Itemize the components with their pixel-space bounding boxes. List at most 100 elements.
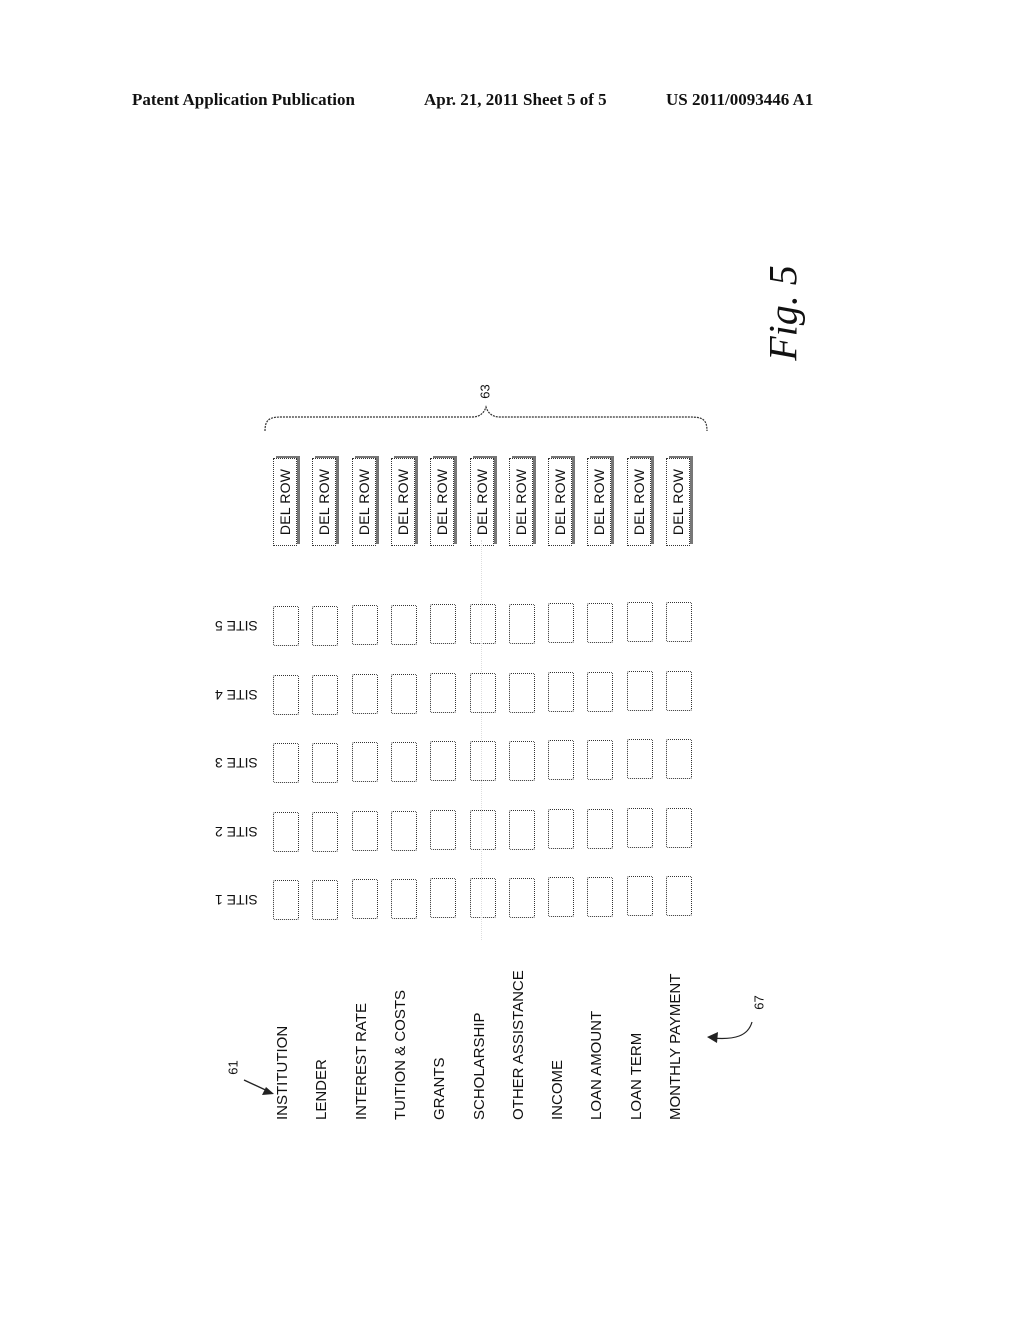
input-cell[interactable] [666,808,692,848]
input-cell[interactable] [351,879,378,920]
delete-row-label: DEL ROW [434,468,451,536]
row-label: SCHOLARSHIP [470,1012,488,1120]
reference-61: 61 [225,1060,241,1075]
input-cell[interactable] [548,672,575,713]
input-cell[interactable] [508,672,535,713]
arrow-67-icon [707,1021,753,1043]
input-cell[interactable] [273,675,299,715]
delete-row-label: DEL ROW [473,468,490,536]
row-label: GRANTS [431,1057,449,1120]
input-cell[interactable] [273,880,299,920]
input-cell[interactable] [508,740,535,781]
site-label: SITE 1 [215,892,258,908]
input-cell[interactable] [626,808,653,849]
delete-row-label: DEL ROW [316,468,333,536]
site-label: SITE 5 [215,618,258,634]
input-cell[interactable] [626,876,653,917]
delete-row-button[interactable]: DEL ROW [430,458,455,546]
row-label: INCOME [549,1060,567,1120]
input-cell[interactable] [508,809,535,850]
brace-icon [264,405,708,432]
input-cell[interactable] [273,743,299,783]
input-cell[interactable] [430,810,457,851]
input-cell[interactable] [390,673,417,714]
input-cell[interactable] [351,674,378,715]
input-cell[interactable] [469,741,496,781]
input-cell[interactable] [666,876,692,916]
input-cell[interactable] [351,811,378,852]
input-cell[interactable] [469,604,496,644]
reference-63: 63 [477,384,493,399]
input-cell[interactable] [587,671,614,712]
row-label: LENDER [313,1059,331,1120]
input-cell[interactable] [587,739,614,780]
delete-row-button[interactable]: DEL ROW [390,458,415,546]
input-cell[interactable] [508,877,535,918]
publication-date-sheet: Apr. 21, 2011 Sheet 5 of 5 [424,90,607,109]
input-cell[interactable] [548,877,575,918]
input-cell[interactable] [390,741,417,782]
delete-row-button[interactable]: DEL ROW [273,458,297,546]
delete-row-button[interactable]: DEL ROW [469,458,494,546]
input-cell[interactable] [430,878,457,919]
guide-line [481,540,482,940]
delete-row-button[interactable]: DEL ROW [508,458,533,546]
input-cell[interactable] [351,742,378,783]
input-cell[interactable] [390,604,417,645]
input-cell[interactable] [312,605,339,646]
input-cell[interactable] [430,741,457,782]
delete-row-label: DEL ROW [630,468,647,536]
arrow-61-icon [243,1079,274,1095]
input-cell[interactable] [508,603,535,644]
delete-row-label: DEL ROW [277,468,293,536]
input-cell[interactable] [587,808,614,849]
input-cell[interactable] [273,606,299,646]
input-cell[interactable] [626,739,653,780]
input-cell[interactable] [587,876,614,917]
delete-row-button[interactable]: DEL ROW [666,458,690,546]
input-cell[interactable] [469,673,496,713]
delete-row-label: DEL ROW [512,468,529,536]
input-cell[interactable] [469,810,496,850]
input-cell[interactable] [666,602,692,642]
input-cell[interactable] [312,811,339,852]
publication-number: US 2011/0093446 A1 [666,90,814,109]
input-cell[interactable] [548,809,575,850]
delete-row-button[interactable]: DEL ROW [312,458,337,546]
delete-row-label: DEL ROW [552,468,569,536]
row-label: TUITION & COSTS [391,989,409,1120]
page-header: Patent Application Publication Apr. 21, … [132,90,892,114]
input-cell[interactable] [351,605,378,646]
delete-row-label: DEL ROW [394,468,411,536]
input-cell[interactable] [312,742,339,783]
row-label: MONTHLY PAYMENT [667,973,684,1120]
input-cell[interactable] [666,671,692,711]
input-cell[interactable] [430,673,457,714]
input-cell[interactable] [626,671,653,712]
delete-row-button[interactable]: DEL ROW [548,458,573,546]
site-label: SITE 3 [215,755,258,771]
publication-title: Patent Application Publication [132,90,355,109]
reference-67: 67 [751,995,767,1010]
input-cell[interactable] [430,604,457,645]
input-cell[interactable] [390,810,417,851]
input-cell[interactable] [548,603,575,644]
delete-row-button[interactable]: DEL ROW [351,458,376,546]
delete-row-label: DEL ROW [591,468,608,536]
input-cell[interactable] [469,878,496,918]
row-label: INTEREST RATE [352,1003,370,1120]
figure-label: Fig. 5 [760,264,806,361]
delete-row-button[interactable]: DEL ROW [626,458,651,546]
input-cell[interactable] [312,879,339,920]
leader-arrows [243,1021,753,1095]
input-cell[interactable] [587,602,614,643]
input-cell[interactable] [390,878,417,919]
delete-row-label: DEL ROW [670,468,686,536]
input-cell[interactable] [312,674,339,715]
input-cell[interactable] [666,739,692,779]
input-cell[interactable] [548,740,575,781]
input-cell[interactable] [626,602,653,643]
site-label: SITE 4 [215,687,258,703]
input-cell[interactable] [273,812,299,852]
delete-row-button[interactable]: DEL ROW [587,458,612,546]
